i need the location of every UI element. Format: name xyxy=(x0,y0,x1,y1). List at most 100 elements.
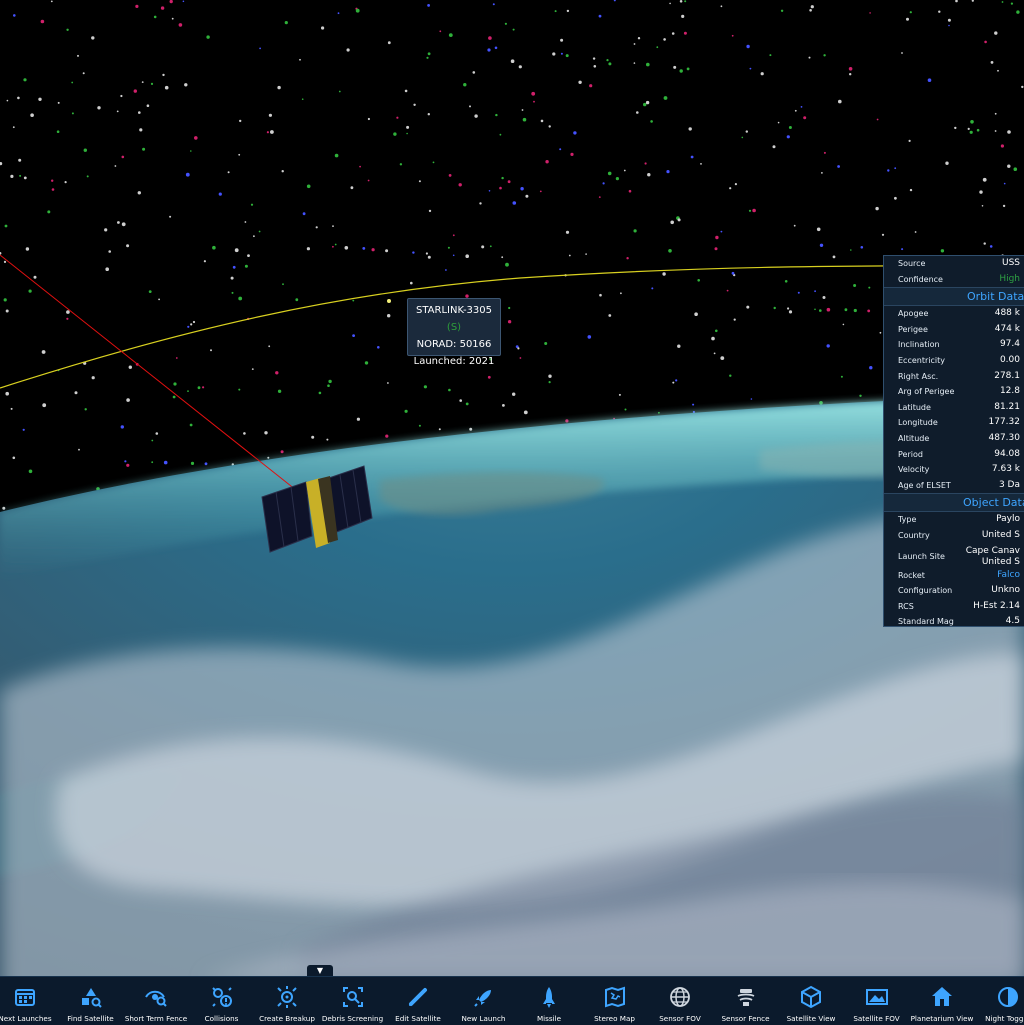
star xyxy=(948,25,950,27)
star xyxy=(833,256,836,259)
info-label: Eccentricity xyxy=(898,353,945,369)
star xyxy=(868,287,870,289)
star xyxy=(843,324,845,326)
dock-button-edit-satellite[interactable]: Edit Satellite xyxy=(386,982,450,1024)
star xyxy=(307,247,310,250)
star xyxy=(126,464,129,467)
star xyxy=(282,170,284,172)
star xyxy=(413,104,415,106)
star xyxy=(84,149,87,152)
dock-button-satellite-fov[interactable]: Satellite FOV xyxy=(845,982,909,1024)
star xyxy=(406,133,408,135)
dock-button-debris-screening[interactable]: Debris Screening xyxy=(321,982,385,1024)
star xyxy=(122,156,125,159)
star xyxy=(302,98,304,100)
dock-button-satellite-view[interactable]: Satellite View xyxy=(779,982,843,1024)
star xyxy=(715,247,718,250)
star xyxy=(469,105,471,107)
star xyxy=(439,30,441,32)
dock-button-stereo-map[interactable]: Stereo Map xyxy=(583,982,647,1024)
info-value: H-Est 2.14 xyxy=(973,599,1020,615)
star xyxy=(1007,130,1011,134)
dock-button-collisions[interactable]: Collisions xyxy=(190,982,254,1024)
star xyxy=(66,318,68,320)
star xyxy=(681,15,684,18)
star xyxy=(970,120,974,124)
dock-button-night-toggle[interactable]: Night Toggle xyxy=(976,982,1024,1024)
star xyxy=(984,242,986,244)
satellite-info-panel[interactable]: Source USS Confidence High Orbit Data Ap… xyxy=(883,255,1024,627)
info-label: RCS xyxy=(898,599,914,615)
orbit-data-header[interactable]: Orbit Data xyxy=(884,287,1024,306)
star xyxy=(522,109,524,111)
info-row-period: Period94.08 xyxy=(884,447,1024,463)
dock-button-next-launches[interactable]: Next Launches xyxy=(0,982,57,1024)
star xyxy=(608,62,611,65)
dock-button-sensor-fence[interactable]: Sensor Fence xyxy=(714,982,778,1024)
star xyxy=(541,120,544,123)
dock-button-sensor-fov[interactable]: Sensor FOV xyxy=(648,982,712,1024)
info-label: Rocket xyxy=(898,568,925,584)
star xyxy=(774,307,776,309)
star xyxy=(282,283,284,285)
dock-button-missile[interactable]: Missile xyxy=(517,982,581,1024)
star xyxy=(673,66,676,69)
star xyxy=(66,310,70,314)
star xyxy=(235,248,239,252)
dock-button-short-term-fence[interactable]: Short Term Fence xyxy=(124,982,188,1024)
star xyxy=(151,83,153,85)
dock-button-new-launch[interactable]: New Launch xyxy=(452,982,516,1024)
object-data-header[interactable]: Object Data xyxy=(884,493,1024,512)
star xyxy=(544,342,547,345)
star xyxy=(720,356,724,360)
star xyxy=(52,188,55,191)
star xyxy=(92,376,95,379)
star xyxy=(316,226,318,228)
info-value[interactable]: Falco xyxy=(997,568,1020,584)
star xyxy=(512,393,515,396)
star xyxy=(406,126,409,129)
star xyxy=(664,96,668,100)
space-scene[interactable] xyxy=(0,0,1024,1024)
star xyxy=(24,177,27,180)
satellite-source-tag: (S) xyxy=(447,322,461,333)
star xyxy=(823,296,826,299)
tooltip-name-line: STARLINK-3305 (S) xyxy=(408,302,500,336)
info-label: Inclination xyxy=(898,337,940,353)
star xyxy=(78,449,80,451)
star xyxy=(954,127,956,129)
star xyxy=(727,290,729,292)
dock-button-find-satellite[interactable]: Find Satellite xyxy=(59,982,123,1024)
star xyxy=(616,177,619,180)
star xyxy=(773,145,776,148)
star xyxy=(634,229,637,232)
info-row-type: TypePaylo xyxy=(884,512,1024,528)
star xyxy=(827,308,831,312)
star xyxy=(448,247,450,249)
star xyxy=(75,391,78,394)
star xyxy=(638,37,640,39)
star xyxy=(321,26,324,29)
dock-button-create-breakup[interactable]: Create Breakup xyxy=(255,982,319,1024)
star xyxy=(555,10,557,12)
star xyxy=(77,55,79,57)
star xyxy=(4,261,6,263)
star xyxy=(991,61,994,64)
satellite-name: STARLINK-3305 xyxy=(416,305,492,316)
star xyxy=(13,457,16,460)
earth xyxy=(0,395,1024,1024)
star xyxy=(894,197,897,200)
image-icon xyxy=(865,985,889,1009)
dock-button-planetarium-view[interactable]: Planetarium View xyxy=(910,982,974,1024)
star xyxy=(372,248,375,251)
star xyxy=(505,23,507,25)
info-row-eccentricity: Eccentricity0.00 xyxy=(884,353,1024,369)
star xyxy=(245,221,247,223)
star xyxy=(299,59,301,61)
star xyxy=(906,18,909,21)
star xyxy=(849,73,851,75)
star xyxy=(135,5,138,8)
star xyxy=(520,187,523,190)
star xyxy=(400,163,402,165)
star xyxy=(165,86,169,90)
